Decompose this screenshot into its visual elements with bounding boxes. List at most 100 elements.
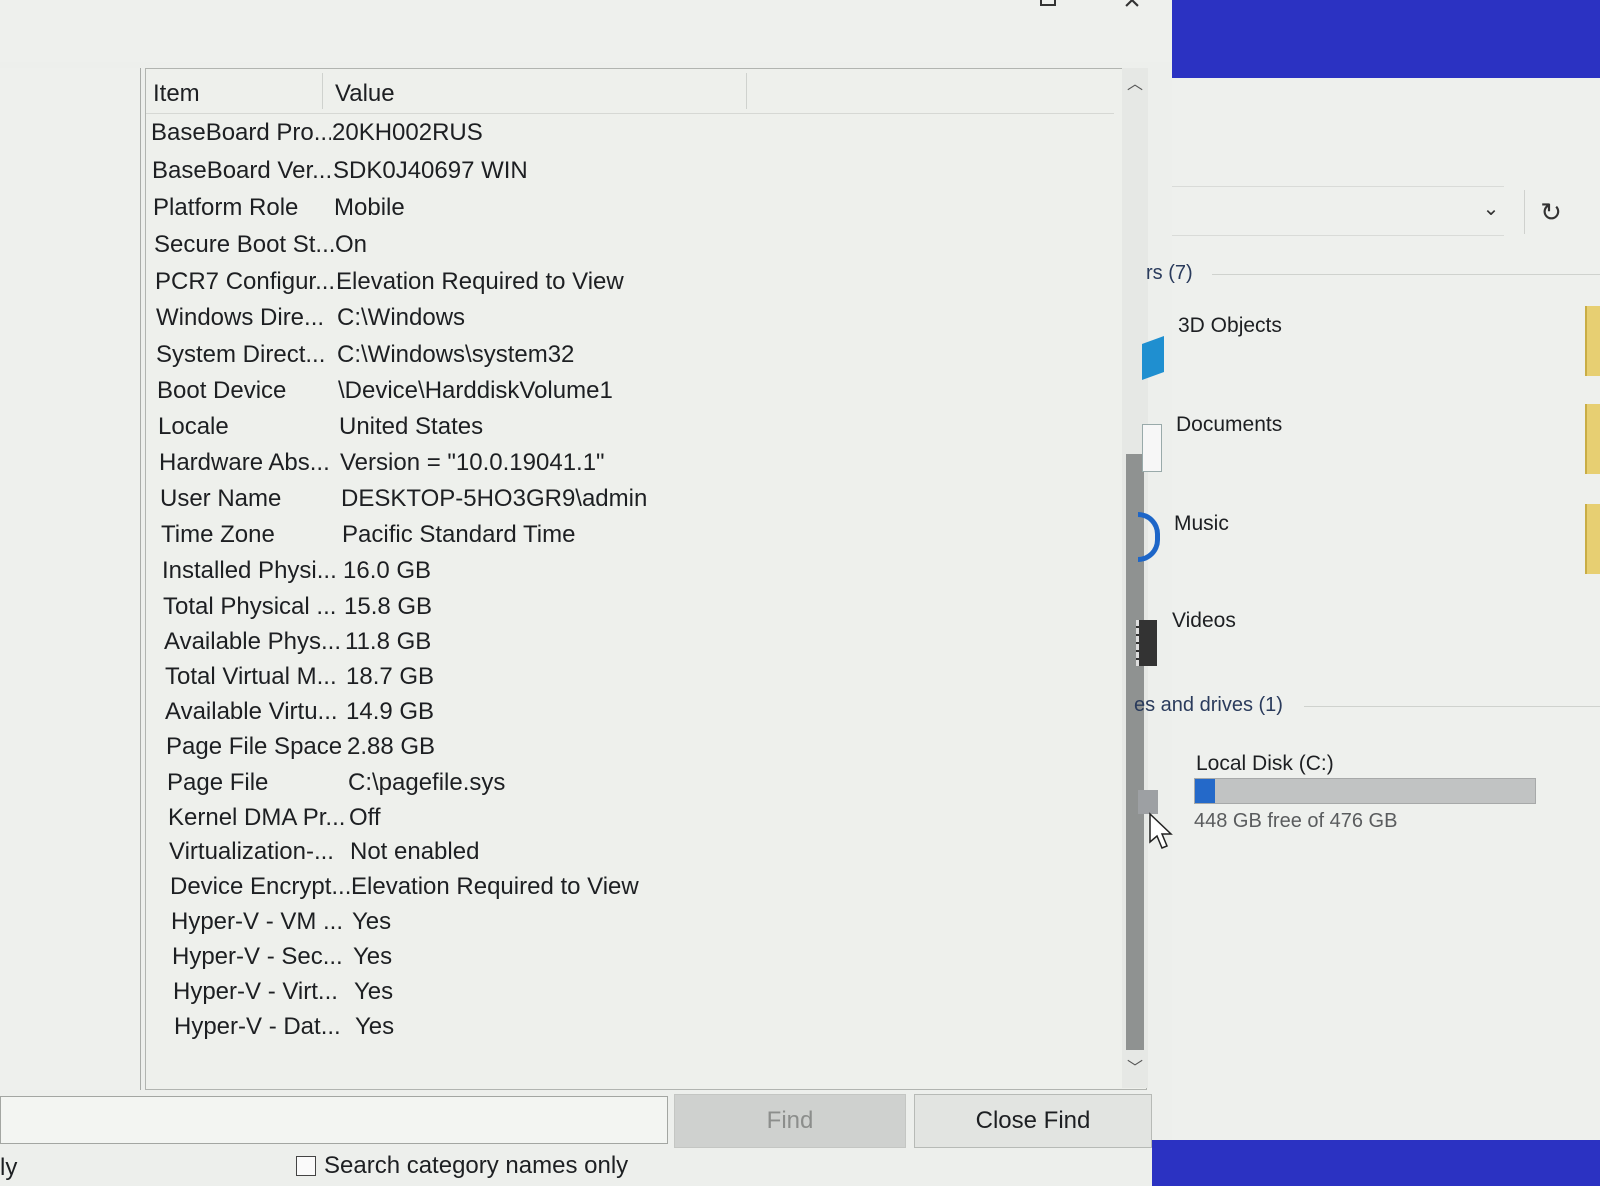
row-item-name: Device Encrypt... xyxy=(170,873,350,900)
row-item-name: Page File Space xyxy=(166,733,343,760)
folder-3d-objects[interactable]: 3D Objects xyxy=(1178,314,1282,338)
row-item-value: Yes xyxy=(352,908,392,935)
table-row[interactable]: Locale United States xyxy=(158,413,1078,449)
row-item-value: Pacific Standard Time xyxy=(342,521,576,548)
find-what-input[interactable] xyxy=(0,1096,668,1144)
table-row[interactable]: PCR7 Configur... Elevation Required to Vi… xyxy=(155,268,1075,304)
row-item-name: Boot Device xyxy=(157,377,287,404)
row-item-value: Yes xyxy=(354,978,394,1005)
title-bar: × xyxy=(0,0,1172,62)
category-tree-pane[interactable] xyxy=(0,68,141,1090)
row-item-name: Available Phys... xyxy=(164,628,341,655)
row-item-value: \Device\HarddiskVolume1 xyxy=(338,377,613,404)
refresh-icon[interactable]: ↻ xyxy=(1524,190,1577,234)
table-row[interactable]: User Name DESKTOP-5HO3GR9\admin xyxy=(160,485,1080,521)
drive-usage-bar xyxy=(1194,778,1536,804)
find-button[interactable]: Find xyxy=(674,1094,906,1148)
column-header-value[interactable]: Value xyxy=(335,80,395,108)
row-item-name: Page File xyxy=(167,769,269,796)
table-row[interactable]: BaseBoard Ver... SDK0J40697 WIN xyxy=(152,157,1072,193)
row-item-value: Not enabled xyxy=(350,838,480,865)
table-row[interactable]: Page File Space 2.88 GB xyxy=(166,733,1086,769)
row-item-name: System Direct... xyxy=(156,341,326,368)
row-item-value: Yes xyxy=(353,943,393,970)
row-item-name: User Name xyxy=(160,485,282,512)
row-item-value: 20KH002RUS xyxy=(332,119,483,146)
row-item-value: Version = "10.0.19041.1" xyxy=(340,449,605,476)
row-item-value: SDK0J40697 WIN xyxy=(333,157,528,184)
row-item-name: Total Physical ... xyxy=(163,593,337,620)
table-row[interactable]: Device Encrypt... Elevation Required to V… xyxy=(170,873,1090,909)
local-disk-c[interactable]: Local Disk (C:) xyxy=(1196,752,1334,776)
taskbar xyxy=(1152,1140,1600,1186)
column-separator[interactable] xyxy=(322,73,323,109)
column-separator[interactable] xyxy=(746,73,747,109)
row-item-value: Yes xyxy=(355,1013,395,1040)
row-item-value: 16.0 GB xyxy=(343,557,432,584)
table-row[interactable]: System Direct... C:\Windows\system32 xyxy=(156,341,1076,377)
row-item-name: Secure Boot St... xyxy=(154,231,334,258)
table-row[interactable]: Page File C:\pagefile.sys xyxy=(167,769,1087,805)
mouse-cursor-icon xyxy=(1149,812,1173,849)
row-item-value: 2.88 GB xyxy=(347,733,436,760)
close-find-button[interactable]: Close Find xyxy=(914,1094,1152,1148)
table-row[interactable]: Platform Role Mobile xyxy=(153,194,1073,230)
table-row[interactable]: Installed Physi... 16.0 GB xyxy=(162,557,1082,593)
folders-section-header[interactable]: rs (7) xyxy=(1146,262,1193,285)
details-list[interactable]: Item Value BaseBoard Pro... 20KH002RUS Bas… xyxy=(145,68,1147,1090)
divider xyxy=(1304,706,1600,707)
table-row[interactable]: Hyper-V - Virt... Yes xyxy=(173,978,1093,1014)
table-row[interactable]: Hyper-V - VM ... Yes xyxy=(171,908,1091,944)
table-row[interactable]: Available Phys... 11.8 GB xyxy=(164,628,1084,664)
table-row[interactable]: Windows Dire... C:\Windows xyxy=(156,304,1076,340)
row-item-value: DESKTOP-5HO3GR9\admin xyxy=(341,485,648,512)
table-row[interactable]: Total Physical ... 15.8 GB xyxy=(163,593,1083,629)
videos-icon xyxy=(1136,620,1157,666)
maximize-icon[interactable] xyxy=(1028,0,1068,10)
documents-icon xyxy=(1142,424,1162,472)
search-category-names-checkbox[interactable] xyxy=(296,1156,316,1176)
folder-icon xyxy=(1585,504,1600,574)
row-item-name: Hyper-V - VM ... xyxy=(171,908,344,935)
close-icon[interactable]: × xyxy=(1112,0,1152,16)
row-item-value: On xyxy=(335,231,368,258)
folder-music[interactable]: Music xyxy=(1174,512,1229,536)
table-row[interactable]: Time Zone Pacific Standard Time xyxy=(161,521,1081,557)
row-item-value: C:\Windows xyxy=(337,304,466,331)
table-row[interactable]: BaseBoard Pro... 20KH002RUS xyxy=(151,119,1071,155)
scroll-up-icon[interactable]: ︿ xyxy=(1122,72,1148,98)
file-explorer-window: ⌄ ↻ rs (7) 3D Objects Documents Music Vi… xyxy=(1134,0,1600,1186)
drive-icon xyxy=(1138,790,1158,814)
chevron-down-icon[interactable]: ⌄ xyxy=(1478,196,1504,222)
row-item-name: Hyper-V - Sec... xyxy=(172,943,343,970)
address-bar[interactable] xyxy=(1172,186,1504,236)
system-information-window: × Item Value BaseBoard Pro... 20KH002RUS B… xyxy=(0,0,1172,1186)
vertical-scrollbar[interactable]: ︿ ﹀ xyxy=(1122,68,1148,1088)
table-row[interactable]: Kernel DMA Pr... Off xyxy=(168,804,1088,840)
folder-videos[interactable]: Videos xyxy=(1172,609,1236,633)
row-item-name: Hardware Abs... xyxy=(159,449,330,476)
table-row[interactable]: Available Virtu... 14.9 GB xyxy=(165,698,1085,734)
row-item-name: Locale xyxy=(158,413,229,440)
row-item-name: Installed Physi... xyxy=(162,557,337,584)
row-item-value: C:\pagefile.sys xyxy=(348,769,506,796)
scroll-down-icon[interactable]: ﹀ xyxy=(1122,1056,1148,1082)
row-item-value: 11.8 GB xyxy=(345,628,432,655)
drive-free-space: 448 GB free of 476 GB xyxy=(1194,810,1398,832)
table-row[interactable]: Hyper-V - Dat... Yes xyxy=(174,1013,1094,1049)
divider xyxy=(1212,274,1600,275)
row-item-name: Available Virtu... xyxy=(165,698,338,725)
desktop-background xyxy=(1172,0,1600,78)
row-item-name: BaseBoard Ver... xyxy=(152,157,332,184)
folder-icon xyxy=(1585,306,1600,376)
folder-documents[interactable]: Documents xyxy=(1176,413,1282,437)
table-row[interactable]: Boot Device \Device\HarddiskVolume1 xyxy=(157,377,1077,413)
table-row[interactable]: Total Virtual M... 18.7 GB xyxy=(165,663,1085,699)
drives-section-header[interactable]: es and drives (1) xyxy=(1134,694,1283,717)
column-header-item[interactable]: Item xyxy=(153,80,200,108)
table-row[interactable]: Virtualization-... Not enabled xyxy=(169,838,1089,874)
table-row[interactable]: Secure Boot St... On xyxy=(154,231,1074,267)
table-row[interactable]: Hyper-V - Sec... Yes xyxy=(172,943,1092,979)
search-category-names-option[interactable]: Search category names only xyxy=(296,1152,628,1180)
table-row[interactable]: Hardware Abs... Version = "10.0.19041.1" xyxy=(159,449,1079,485)
